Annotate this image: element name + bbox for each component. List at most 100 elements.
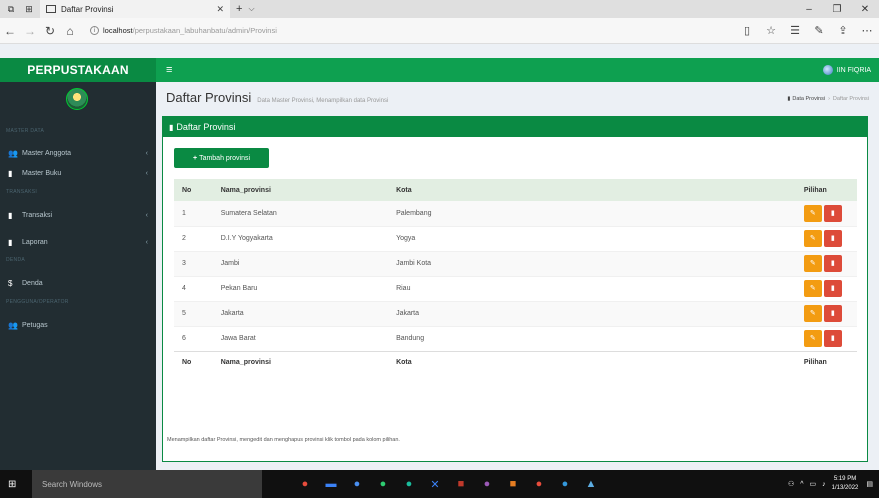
url-field[interactable]: i localhost/perpustakaan_labuhanbatu/adm…: [90, 26, 650, 35]
breadcrumb-current: Daftar Provinsi: [832, 96, 869, 102]
add-provinsi-button[interactable]: + Tambah provinsi: [174, 148, 269, 168]
cell-actions: ✎ ▮: [796, 276, 857, 301]
sidebar-item-label: Denda: [22, 279, 43, 287]
windows-start-icon[interactable]: ⊞: [8, 479, 26, 490]
edit-button[interactable]: ✎: [803, 204, 822, 222]
sidebar-item-label: Laporan: [22, 238, 48, 246]
favorite-star-icon[interactable]: ☆: [759, 24, 783, 37]
menu-toggle-icon[interactable]: ≡: [166, 64, 172, 76]
browser-tab[interactable]: Daftar Provinsi ✕: [40, 0, 230, 18]
close-tab-icon[interactable]: ✕: [216, 4, 224, 15]
table-row: 1 Sumatera Selatan Palembang ✎ ▮: [174, 201, 857, 226]
delete-button[interactable]: ▮: [823, 204, 842, 222]
reading-view-icon[interactable]: ▯: [735, 24, 759, 37]
network-icon[interactable]: ▭: [810, 480, 817, 488]
sidebar-item-master-anggota[interactable]: 👥 Master Anggota ‹: [0, 144, 156, 162]
app-icon[interactable]: ●: [396, 470, 422, 498]
app-icon[interactable]: ●: [474, 470, 500, 498]
app-icon[interactable]: ●: [292, 470, 318, 498]
column-footer: Pilihan: [795, 350, 857, 373]
trash-icon: ▮: [830, 260, 835, 267]
app-icon[interactable]: ●: [526, 470, 552, 498]
edit-icon: ✎: [809, 285, 816, 292]
restore-icon[interactable]: ❐: [823, 4, 851, 15]
taskbar-apps: ● ▬ ● ● ● ✕ ■ ● ■ ● ● ▲: [292, 470, 604, 498]
page-title: Daftar Provinsi: [166, 90, 252, 105]
minimize-icon[interactable]: –: [795, 4, 823, 15]
main-content: Daftar Provinsi Data Master Provinsi, Me…: [156, 82, 879, 470]
app-icon[interactable]: ●: [552, 470, 578, 498]
app-icon[interactable]: ▬: [318, 470, 344, 498]
column-header: Kota: [396, 186, 412, 194]
delete-button[interactable]: ▮: [823, 230, 842, 247]
window-controls: – ❐ ✕: [795, 4, 879, 15]
clock[interactable]: 5:19 PM 1/13/2022: [832, 475, 859, 493]
edit-icon: ✎: [809, 310, 816, 317]
box-title: Daftar Provinsi: [176, 122, 236, 132]
info-icon[interactable]: i: [90, 26, 99, 35]
book-icon: ▮: [8, 168, 13, 178]
taskbar-search[interactable]: Search Windows: [32, 470, 262, 498]
back-icon[interactable]: ←: [0, 24, 20, 38]
volume-icon[interactable]: ♪: [822, 481, 826, 488]
chevron-left-icon: ‹: [145, 149, 148, 157]
delete-button[interactable]: ▮: [823, 305, 842, 322]
cell-actions: ✎ ▮: [796, 301, 857, 326]
taskbar: ⊞ Search Windows ● ▬ ● ● ● ✕ ■ ● ■ ● ● ▲…: [0, 470, 879, 498]
clock-date: 1/13/2022: [831, 485, 859, 491]
table-footer-row: No Nama_provinsi Kota Pilihan: [174, 350, 857, 373]
edit-button[interactable]: ✎: [803, 255, 822, 272]
delete-button[interactable]: ▮: [823, 255, 842, 272]
edit-icon: ✎: [809, 335, 816, 342]
user-menu[interactable]: IIN FIQRIA: [822, 65, 871, 75]
app-icon[interactable]: ■: [500, 470, 526, 498]
trash-icon: ▮: [830, 235, 835, 242]
system-tray: ⚇ ^ ▭ ♪ 5:19 PM 1/13/2022 ▤: [788, 475, 879, 493]
home-icon[interactable]: ⌂: [60, 24, 80, 38]
sidebar-item-petugas[interactable]: 👥 Petugas: [0, 316, 156, 334]
people-icon[interactable]: ⚇: [788, 480, 794, 488]
sidebar-item-transaksi[interactable]: ▮ Transaksi ‹: [0, 206, 156, 224]
edit-button[interactable]: ✎: [803, 230, 822, 247]
share-icon[interactable]: ⇪: [831, 24, 855, 37]
top-navbar: ≡ IIN FIQRIA: [156, 58, 879, 82]
forward-icon[interactable]: →: [20, 24, 40, 38]
cell-no: 2: [182, 235, 186, 242]
chevron-left-icon: ‹: [145, 238, 148, 246]
edit-button[interactable]: ✎: [803, 330, 822, 347]
refresh-icon[interactable]: ↻: [40, 24, 60, 38]
trash-icon: ▮: [830, 310, 835, 317]
more-icon[interactable]: ⋯: [855, 24, 879, 37]
app-icon[interactable]: ●: [370, 470, 396, 498]
table-row: 4 Pekan Baru Riau ✎ ▮: [174, 276, 857, 301]
sidebar-item-laporan[interactable]: ▮ Laporan ‹: [0, 233, 156, 251]
sidebar-item-label: Master Buku: [22, 169, 62, 177]
breadcrumb-link[interactable]: Data Provinsi: [792, 96, 825, 102]
content-header: Daftar Provinsi Data Master Provinsi, Me…: [166, 90, 388, 105]
favorites-icon[interactable]: ☰: [783, 24, 807, 37]
cell-provinsi: Jakarta: [220, 310, 244, 317]
app-icon[interactable]: ■: [448, 470, 474, 498]
sidebar-item-denda[interactable]: $ Denda: [0, 274, 156, 292]
pen-icon[interactable]: ✎: [807, 24, 831, 37]
brand-logo[interactable]: PERPUSTAKAAN: [0, 58, 156, 82]
tab-actions-icon[interactable]: ⧉: [4, 2, 18, 16]
app-icon[interactable]: ▲: [578, 470, 604, 498]
notifications-icon[interactable]: ▤: [866, 480, 873, 488]
new-tab-icon[interactable]: +: [236, 3, 242, 15]
delete-button[interactable]: ▮: [823, 330, 842, 347]
delete-button[interactable]: ▮: [823, 280, 842, 297]
app-icon[interactable]: ✕: [422, 470, 448, 498]
cell-no: 4: [182, 285, 186, 292]
breadcrumb: ▮ Data Provinsi › Daftar Provinsi: [787, 96, 869, 102]
edit-button[interactable]: ✎: [803, 280, 822, 297]
close-window-icon[interactable]: ✕: [851, 4, 879, 15]
sidebar-item-master-buku[interactable]: ▮ Master Buku ‹: [0, 164, 156, 182]
tab-preview-icon[interactable]: ⊞: [22, 2, 36, 16]
chevron-down-icon[interactable]: ⌵: [248, 4, 254, 14]
chevron-left-icon: ‹: [145, 211, 148, 219]
app-icon[interactable]: ●: [344, 470, 370, 498]
column-footer: Nama_provinsi: [212, 350, 389, 373]
chevron-up-icon[interactable]: ^: [800, 481, 803, 488]
edit-button[interactable]: ✎: [803, 305, 822, 322]
